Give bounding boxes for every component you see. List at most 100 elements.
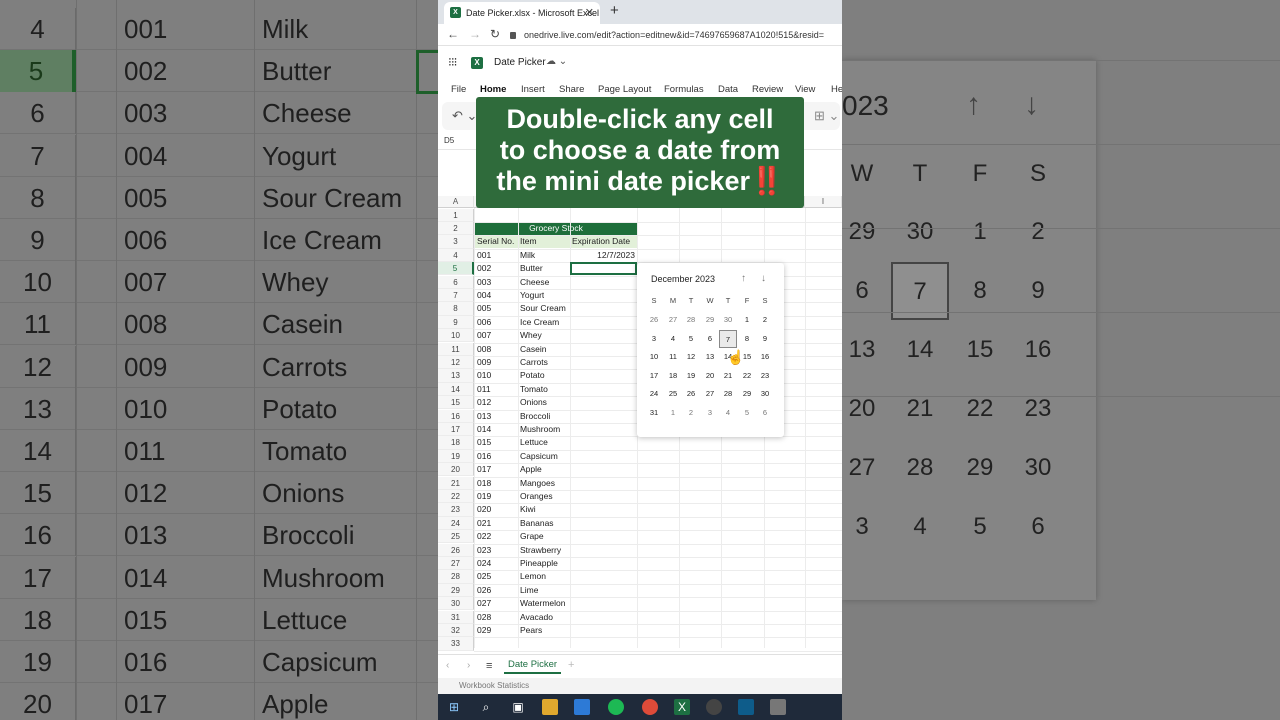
item-cell[interactable]: Lime: [520, 584, 538, 597]
picker-day[interactable]: 20: [701, 367, 719, 385]
serial-cell[interactable]: 004: [477, 289, 491, 302]
row-header[interactable]: 27: [438, 556, 474, 571]
undo-icon[interactable]: ↶ ⌄: [452, 108, 477, 124]
picker-day[interactable]: 25: [664, 385, 682, 403]
expiration-date-cell[interactable]: [572, 477, 635, 490]
document-title[interactable]: Date Picker: [494, 57, 546, 68]
sheet-list-icon[interactable]: ≡: [486, 660, 492, 672]
serial-cell[interactable]: 011: [477, 383, 491, 396]
row-header[interactable]: 22: [438, 489, 474, 504]
serial-cell[interactable]: 026: [477, 584, 491, 597]
row-header[interactable]: 26: [438, 543, 474, 557]
picker-day[interactable]: 16: [756, 348, 774, 366]
serial-cell[interactable]: 001: [477, 249, 491, 262]
ribbon-tab-share[interactable]: Share: [559, 84, 584, 95]
serial-cell[interactable]: 002: [477, 262, 491, 275]
app-launcher-icon[interactable]: ⁝⁝⁝: [448, 56, 460, 69]
expiration-date-cell[interactable]: [572, 503, 635, 516]
serial-cell[interactable]: 017: [477, 463, 491, 476]
serial-cell[interactable]: 012: [477, 396, 491, 409]
picker-day[interactable]: 1: [664, 404, 682, 422]
expiration-date-cell[interactable]: [572, 410, 635, 423]
previous-month-icon[interactable]: ↑: [741, 273, 746, 284]
serial-cell[interactable]: 028: [477, 611, 491, 624]
picker-day[interactable]: 4: [664, 330, 682, 348]
serial-cell[interactable]: 022: [477, 530, 491, 543]
row-header[interactable]: 24: [438, 516, 474, 531]
expiration-date-cell[interactable]: [572, 316, 635, 329]
expiration-date-cell[interactable]: [572, 557, 635, 570]
chrome-icon[interactable]: [642, 699, 658, 715]
picker-day[interactable]: 26: [682, 385, 700, 403]
item-cell[interactable]: Onions: [520, 396, 547, 409]
picker-day[interactable]: 3: [645, 330, 663, 348]
item-cell[interactable]: Watermelon: [520, 597, 566, 610]
row-header[interactable]: 8: [438, 302, 474, 316]
serial-cell[interactable]: 025: [477, 570, 491, 583]
picker-day[interactable]: 27: [664, 311, 682, 329]
picker-day[interactable]: 28: [719, 385, 737, 403]
row-header[interactable]: 23: [438, 503, 474, 517]
expiration-date-cell[interactable]: [572, 383, 635, 396]
item-cell[interactable]: Kiwi: [520, 503, 536, 516]
row-header[interactable]: 28: [438, 570, 474, 584]
picker-day[interactable]: 1: [738, 311, 756, 329]
picker-day[interactable]: 4: [719, 404, 737, 422]
item-cell[interactable]: Avacado: [520, 611, 553, 624]
expiration-date-cell[interactable]: [572, 289, 635, 302]
task-view-icon[interactable]: ▣: [510, 699, 526, 715]
item-cell[interactable]: Apple: [520, 463, 542, 476]
expiration-date-cell[interactable]: [572, 423, 635, 436]
expiration-date-cell[interactable]: [572, 450, 635, 463]
expiration-date-cell[interactable]: [572, 356, 635, 369]
windows-start-icon[interactable]: ⊞: [446, 699, 462, 715]
serial-cell[interactable]: 003: [477, 276, 491, 289]
expiration-date-cell[interactable]: [572, 302, 635, 315]
serial-cell[interactable]: 005: [477, 302, 491, 315]
row-header[interactable]: 32: [438, 623, 474, 638]
serial-cell[interactable]: 018: [477, 477, 491, 490]
mail-icon[interactable]: [574, 699, 590, 715]
row-header[interactable]: 15: [438, 396, 474, 410]
ribbon-tab-page-layout[interactable]: Page Layout: [598, 84, 651, 95]
file-explorer-icon[interactable]: [542, 699, 558, 715]
row-header[interactable]: 13: [438, 369, 474, 383]
recorder-icon[interactable]: [706, 699, 722, 715]
serial-cell[interactable]: 015: [477, 436, 491, 449]
item-cell[interactable]: Lettuce: [520, 436, 548, 449]
item-cell[interactable]: Bananas: [520, 517, 554, 530]
sheet-tab-date-picker[interactable]: Date Picker: [504, 659, 562, 674]
expiration-date-cell[interactable]: [572, 343, 635, 356]
row-header[interactable]: 17: [438, 422, 474, 437]
reload-icon[interactable]: ↻: [490, 27, 500, 41]
row-header[interactable]: 16: [438, 409, 474, 423]
serial-cell[interactable]: 023: [477, 544, 491, 557]
picker-day[interactable]: 5: [682, 330, 700, 348]
item-cell[interactable]: Butter: [520, 262, 543, 275]
row-header[interactable]: 11: [438, 342, 474, 356]
picker-day[interactable]: 13: [701, 348, 719, 366]
item-cell[interactable]: Whey: [520, 329, 542, 342]
ribbon-tab-insert[interactable]: Insert: [521, 84, 545, 95]
expiration-date-cell[interactable]: [572, 570, 635, 583]
column-header[interactable]: I: [805, 196, 842, 208]
serial-cell[interactable]: 006: [477, 316, 491, 329]
picker-day[interactable]: 6: [701, 330, 719, 348]
column-label[interactable]: Serial No.: [477, 235, 514, 248]
row-header[interactable]: 33: [438, 637, 474, 651]
picker-day[interactable]: 5: [738, 404, 756, 422]
ribbon-tab-review[interactable]: Review: [752, 84, 783, 95]
picker-day[interactable]: 31: [645, 404, 663, 422]
item-cell[interactable]: Potato: [520, 369, 545, 382]
row-header[interactable]: 6: [438, 275, 474, 289]
status-bar[interactable]: Workbook Statistics: [438, 678, 842, 694]
row-header[interactable]: 1: [438, 208, 474, 222]
expiration-date-cell[interactable]: [572, 463, 635, 476]
picker-day[interactable]: 3: [701, 404, 719, 422]
expiration-date-cell[interactable]: [572, 611, 635, 624]
picker-day[interactable]: 6: [756, 404, 774, 422]
item-cell[interactable]: Mushroom: [520, 423, 560, 436]
item-cell[interactable]: Pears: [520, 624, 542, 637]
item-cell[interactable]: Lemon: [520, 570, 546, 583]
next-month-icon[interactable]: ↓: [761, 273, 766, 284]
